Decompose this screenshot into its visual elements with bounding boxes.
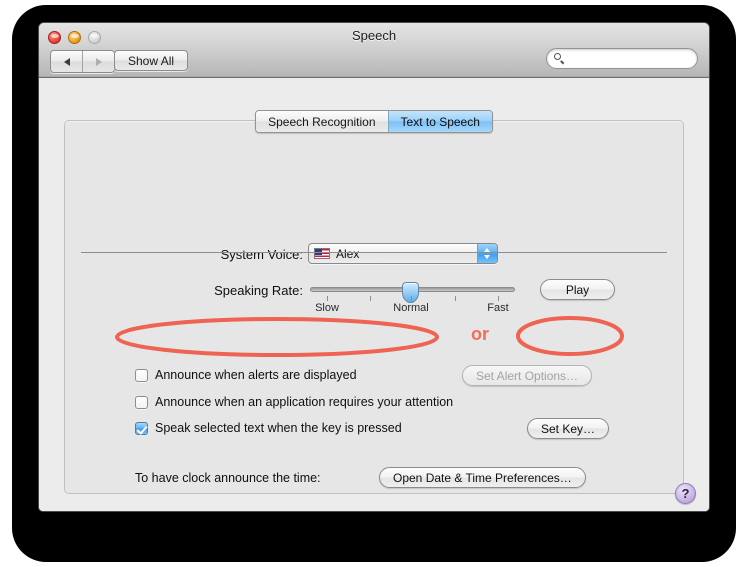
window-title: Speech xyxy=(351,28,397,43)
search-input[interactable] xyxy=(568,51,689,66)
window-titlebar: Speech Show All xyxy=(39,23,709,78)
tab-text-to-speech-label: Text to Speech xyxy=(400,114,480,129)
slider-tick xyxy=(455,296,456,301)
speaking-rate-label: Speaking Rate: xyxy=(214,283,303,298)
tab-text-to-speech[interactable]: Text to Speech xyxy=(387,111,492,132)
preferences-pane: Speech Recognition Text to Speech System… xyxy=(39,78,709,511)
show-all-label: Show All xyxy=(128,53,175,68)
back-arrow-icon xyxy=(63,57,70,66)
search-field[interactable] xyxy=(546,48,698,69)
slider-tick xyxy=(370,296,371,301)
option-announce-app-attention[interactable]: Announce when an application requires yo… xyxy=(135,395,453,409)
help-button-label: ? xyxy=(681,486,690,501)
set-alert-options-button: Set Alert Options… xyxy=(462,365,593,386)
set-key-button-label: Set Key… xyxy=(541,421,596,436)
open-date-time-preferences-label: Open Date & Time Preferences… xyxy=(393,470,572,485)
slider-label-fast: Fast xyxy=(487,302,509,314)
speaking-rate-slider[interactable]: Slow Normal Fast xyxy=(310,279,515,314)
forward-arrow-icon xyxy=(95,57,102,66)
section-divider xyxy=(81,252,667,253)
help-button[interactable]: ? xyxy=(675,483,696,504)
speak-selected-text-label: Speak selected text when the key is pres… xyxy=(155,421,402,435)
slider-tick xyxy=(327,296,328,301)
stepper-down-icon xyxy=(484,255,490,259)
set-alert-options-label: Set Alert Options… xyxy=(476,368,579,383)
slider-tick xyxy=(411,296,412,301)
tab-bar: Speech Recognition Text to Speech xyxy=(39,110,709,133)
speech-preferences-window: Speech Show All Speech Recognition Text … xyxy=(38,22,710,512)
tab-speech-recognition[interactable]: Speech Recognition xyxy=(256,111,388,132)
slider-label-normal: Normal xyxy=(393,302,429,314)
back-button[interactable] xyxy=(51,51,83,72)
announce-alerts-label: Announce when alerts are displayed xyxy=(155,368,357,382)
announce-alerts-checkbox[interactable] xyxy=(135,368,148,382)
us-flag-icon xyxy=(314,248,330,259)
announce-app-attention-checkbox[interactable] xyxy=(135,395,148,409)
option-speak-selected-text[interactable]: Speak selected text when the key is pres… xyxy=(135,421,402,435)
play-button-label: Play xyxy=(565,282,590,297)
annotation-or-text: or xyxy=(471,324,489,344)
forward-button[interactable] xyxy=(83,51,114,72)
open-date-time-preferences-button[interactable]: Open Date & Time Preferences… xyxy=(379,467,586,488)
play-button[interactable]: Play xyxy=(540,279,615,300)
search-icon xyxy=(554,53,565,64)
set-key-button[interactable]: Set Key… xyxy=(527,418,610,439)
slider-label-slow: Slow xyxy=(315,302,339,314)
tab-speech-recognition-label: Speech Recognition xyxy=(268,114,376,129)
clock-announce-label: To have clock announce the time: xyxy=(135,471,321,485)
system-voice-label: System Voice: xyxy=(220,247,303,262)
announce-app-attention-label: Announce when an application requires yo… xyxy=(155,395,454,409)
system-voice-value: Alex xyxy=(336,246,360,261)
navigation-segmented-control xyxy=(50,50,115,73)
system-voice-popup-button[interactable]: Alex xyxy=(308,243,498,264)
speak-selected-text-checkbox[interactable] xyxy=(135,421,148,435)
text-to-speech-panel: System Voice: Alex Speaking Rate: Slow N… xyxy=(64,120,684,494)
system-voice-stepper[interactable] xyxy=(476,244,497,263)
show-all-button[interactable]: Show All xyxy=(114,50,189,71)
tab-group: Speech Recognition Text to Speech xyxy=(255,110,493,133)
option-announce-alerts[interactable]: Announce when alerts are displayed xyxy=(135,368,357,382)
slider-tick xyxy=(498,296,499,301)
